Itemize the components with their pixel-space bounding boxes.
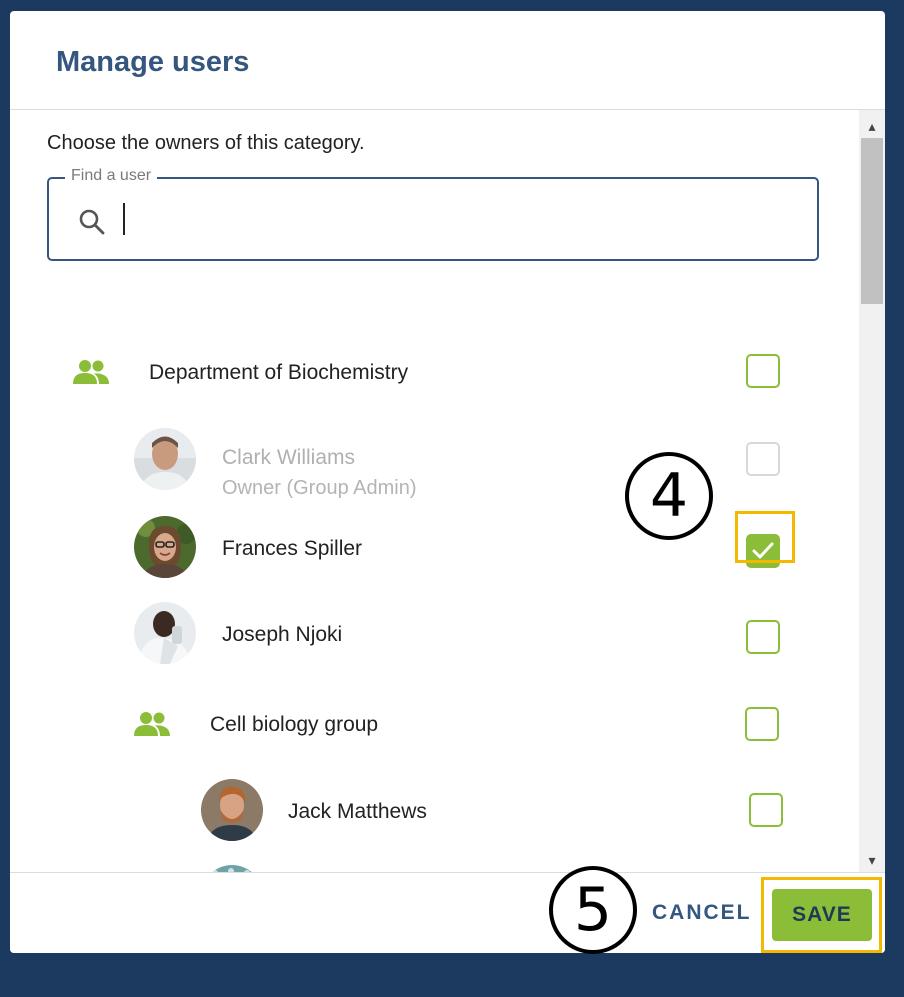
scroll-down-arrow[interactable]: ▾ — [859, 848, 885, 872]
avatar-clark-williams — [134, 428, 196, 490]
avatar-partial — [201, 865, 263, 872]
user-name-jack-matthews: Jack Matthews — [288, 800, 427, 823]
scroll-thumb[interactable] — [861, 138, 883, 304]
avatar-joseph-njoki — [134, 602, 196, 664]
scrollbar[interactable]: ▴ ▾ — [859, 110, 885, 872]
dialog-title: Manage users — [56, 46, 250, 78]
highlight-frances-checkbox — [735, 511, 795, 563]
user-name-frances-spiller: Frances Spiller — [222, 537, 363, 560]
find-user-label: Find a user — [65, 167, 158, 185]
avatar-jack-matthews — [201, 779, 263, 841]
dialog-body[interactable]: Choose the owners of this category. Find… — [10, 110, 885, 872]
text-caret — [123, 203, 125, 235]
scroll-up-arrow[interactable]: ▴ — [859, 114, 885, 138]
highlight-save-button — [761, 877, 882, 953]
avatar-frances-spiller — [134, 516, 196, 578]
cancel-button[interactable]: CANCEL — [642, 895, 762, 931]
instructions-text: Choose the owners of this category. — [47, 132, 365, 154]
checkbox-department-of-biochemistry[interactable] — [746, 354, 780, 388]
group-name-department: Department of Biochemistry — [149, 361, 409, 384]
checkbox-jack-matthews[interactable] — [749, 793, 783, 827]
user-name-joseph-njoki: Joseph Njoki — [222, 623, 343, 646]
manage-users-dialog: Manage users Choose the owners of this c… — [10, 11, 885, 953]
search-icon — [79, 209, 105, 235]
checkbox-cell-biology-group[interactable] — [745, 707, 779, 741]
group-icon — [134, 712, 170, 736]
dialog-header: Manage users — [10, 11, 885, 110]
checkbox-clark-williams — [746, 442, 780, 476]
user-name-clark-williams: Clark Williams — [222, 446, 355, 469]
find-user-field[interactable]: Find a user — [47, 167, 819, 261]
group-name-cell-biology: Cell biology group — [210, 713, 379, 736]
step-5-marker: 5 — [549, 866, 637, 954]
checkbox-joseph-njoki[interactable] — [746, 620, 780, 654]
user-role-clark-williams: Owner (Group Admin) — [222, 477, 417, 499]
dialog-footer: CANCEL SAVE — [10, 872, 885, 953]
group-icon — [73, 360, 109, 384]
step-4-marker: 4 — [625, 452, 713, 540]
